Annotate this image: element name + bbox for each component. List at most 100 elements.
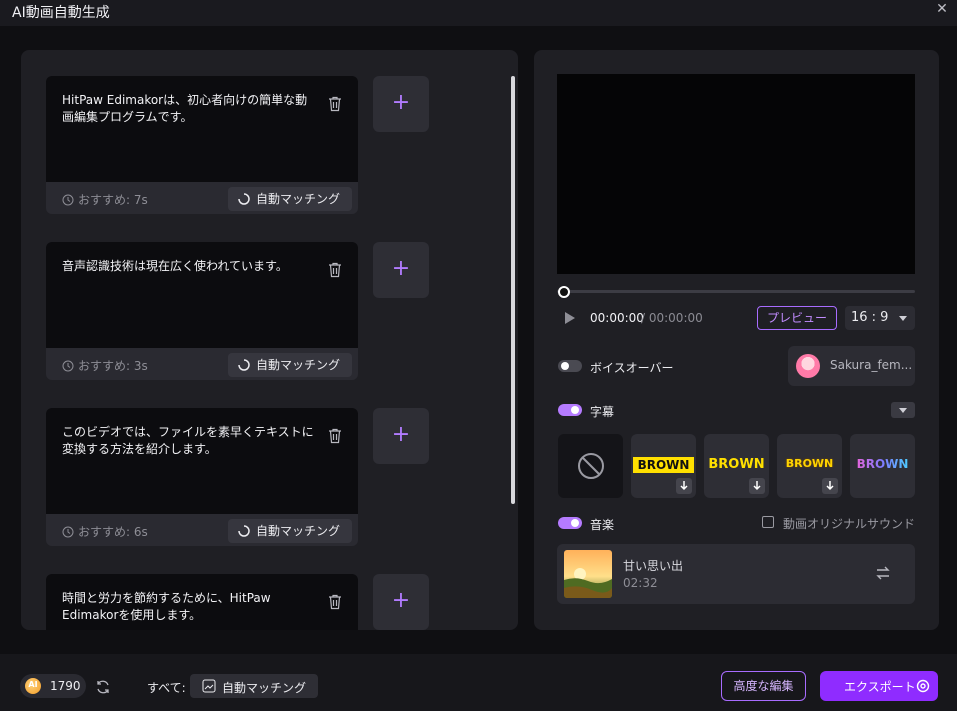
subtitle-label: 字幕 [590,405,615,419]
loading-icon [238,525,250,537]
clock-icon [62,526,74,538]
plus-icon: + [391,256,411,281]
title-bar: AI動画自動生成 ✕ [0,0,957,26]
aspect-ratio-value: 16 : 9 [851,310,889,325]
auto-match-label: 自動マッチング [255,524,340,538]
add-scene-button[interactable]: + [373,574,429,630]
recommend-text: おすすめ: 7s [78,193,148,207]
voice-select[interactable]: Sakura_fem... [788,346,915,386]
subtitle-style-4[interactable]: BROWN [850,434,915,498]
add-scene-button[interactable]: + [373,242,429,298]
script-panel: HitPaw Edimakorは、初心者向けの簡単な動画編集プログラムです。 お… [21,50,518,630]
auto-match-all-button[interactable]: 自動マッチング [190,674,318,698]
credit-value: 1790 [50,679,81,693]
avatar [796,354,820,378]
plus-icon: + [391,90,411,115]
music-toggle[interactable] [558,517,582,529]
script-card-footer: おすすめ: 6s 自動マッチング [46,514,358,546]
trash-icon[interactable] [328,594,342,610]
close-icon[interactable]: ✕ [935,2,949,16]
script-card-footer: おすすめ: 7s 自動マッチング [46,182,358,214]
settings-panel: 00:00:00 / 00:00:00 プレビュー 16 : 9 ボイスオーバー… [534,50,939,630]
add-scene-button[interactable]: + [373,408,429,464]
recommend-duration: おすすめ: 7s [62,191,148,208]
loading-icon [238,193,250,205]
script-text[interactable]: このビデオでは、ファイルを素早くテキストに変換する方法を紹介します。 [46,408,358,514]
subtitle-dropdown[interactable] [891,402,915,418]
recommend-text: おすすめ: 3s [78,359,148,373]
subtitle-style-text: BROWN [708,457,765,472]
trash-icon[interactable] [328,96,342,112]
plus-icon: + [391,422,411,447]
subtitle-toggle[interactable] [558,404,582,416]
image-icon [202,679,216,693]
progress-track[interactable] [557,290,915,293]
script-text[interactable]: 音声認識技術は現在広く使われています。 [46,242,358,348]
coin-icon: AI [25,678,41,694]
music-thumbnail [564,550,612,598]
gear-icon [916,679,930,693]
auto-match-label: 自動マッチング [255,192,340,206]
subtitle-style-1[interactable]: BROWN [631,434,696,498]
clock-icon [62,194,74,206]
original-sound-checkbox[interactable] [762,516,774,528]
all-label: すべて: [147,681,186,695]
refresh-icon[interactable] [95,679,111,695]
advanced-edit-button[interactable]: 高度な編集 [721,671,806,701]
subtitle-style-2[interactable]: BROWN [704,434,769,498]
footer-bar [0,654,957,711]
video-preview [557,74,915,274]
auto-match-all-label: 自動マッチング [222,681,307,695]
no-style-icon [578,453,604,479]
auto-match-button[interactable]: 自動マッチング [227,353,352,377]
export-button[interactable]: エクスポート [820,671,938,701]
auto-match-button[interactable]: 自動マッチング [227,187,352,211]
voiceover-label: ボイスオーバー [590,361,674,375]
chevron-down-icon [899,408,907,413]
current-time: 00:00:00 [590,311,644,325]
recommend-text: おすすめ: 6s [78,525,148,539]
recommend-duration: おすすめ: 3s [62,357,148,374]
coin-label: AI [28,680,38,689]
trash-icon[interactable] [328,428,342,444]
original-sound-label: 動画オリジナルサウンド [783,517,916,531]
recommend-duration: おすすめ: 6s [62,523,148,540]
script-card-footer: おすすめ: 3s 自動マッチング [46,348,358,380]
aspect-ratio-select[interactable]: 16 : 9 [845,306,915,330]
subtitle-style-none[interactable] [558,434,623,498]
preview-button[interactable]: プレビュー [757,306,837,330]
download-icon[interactable] [676,478,692,494]
script-card: 音声認識技術は現在広く使われています。 おすすめ: 3s 自動マッチング [46,242,358,380]
subtitle-style-3[interactable]: BROWN [777,434,842,498]
music-label: 音楽 [590,518,615,532]
download-icon[interactable] [749,478,765,494]
progress-handle[interactable] [558,286,570,298]
auto-match-button[interactable]: 自動マッチング [227,519,352,543]
voice-name: Sakura_fem... [830,358,913,372]
subtitle-style-text: BROWN [633,457,694,473]
play-icon[interactable] [564,311,576,325]
script-text[interactable]: HitPaw Edimakorは、初心者向けの簡単な動画編集プログラムです。 [46,76,358,182]
subtitle-style-text: BROWN [785,457,834,470]
trash-icon[interactable] [328,262,342,278]
download-icon[interactable] [822,478,838,494]
music-track[interactable]: 甘い思い出 02:32 [557,544,915,604]
export-label: エクスポート [844,680,916,694]
script-text[interactable]: 時間と労力を節約するために、HitPaw Edimakorを使用します。 [46,574,358,630]
music-title: 甘い思い出 [623,559,684,573]
clock-icon [62,360,74,372]
scrollbar[interactable] [511,76,515,504]
subtitle-style-text: BROWN [850,457,915,471]
window-title: AI動画自動生成 [12,5,110,21]
chevron-down-icon [899,316,907,321]
loading-icon [238,359,250,371]
script-card: このビデオでは、ファイルを素早くテキストに変換する方法を紹介します。 おすすめ:… [46,408,358,546]
total-time: / 00:00:00 [641,311,703,325]
voiceover-toggle[interactable] [558,360,582,372]
auto-match-label: 自動マッチング [255,358,340,372]
music-duration: 02:32 [623,576,658,590]
add-scene-button[interactable]: + [373,76,429,132]
plus-icon: + [391,588,411,613]
credit-balance: AI 1790 [20,674,86,698]
swap-icon[interactable] [875,565,891,581]
